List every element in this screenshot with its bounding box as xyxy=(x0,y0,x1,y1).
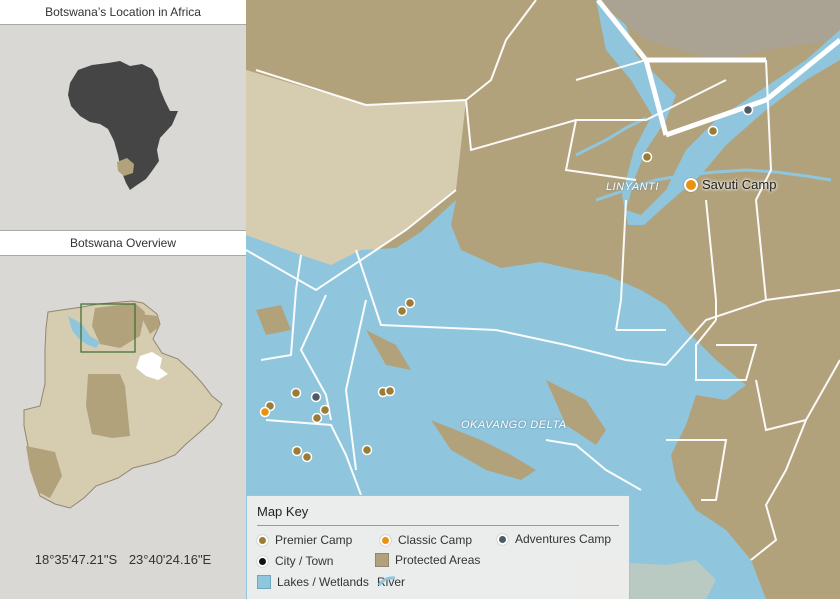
classic-camp-dot[interactable] xyxy=(684,177,698,192)
protected-area-swatch-icon xyxy=(375,553,389,567)
key-label: City / Town xyxy=(275,554,334,568)
linyanti-label: LINYANTI xyxy=(606,181,659,193)
key-premier-camp: Premier Camp xyxy=(257,533,352,547)
savuti-camp-marker[interactable]: Savuti Camp xyxy=(684,177,776,192)
africa-locator-map xyxy=(68,61,178,190)
botswana-overview-map[interactable] xyxy=(0,256,246,546)
sidebar: Botswana’s Location in Africa Botswana O… xyxy=(0,0,246,599)
key-lakes-wetlands: Lakes / Wetlands xyxy=(257,575,369,589)
city-dot-icon xyxy=(257,555,268,567)
map-key-divider xyxy=(257,525,619,526)
key-label: Classic Camp xyxy=(398,533,473,547)
key-adventures-camp: Adventures Camp xyxy=(497,532,611,546)
key-label: Lakes / Wetlands xyxy=(277,575,369,589)
map-key: Map Key Premier Camp Classic Camp Advent… xyxy=(247,495,630,599)
key-classic-camp: Classic Camp xyxy=(380,533,472,547)
botswana-overview-title: Botswana Overview xyxy=(0,230,246,256)
key-label: Protected Areas xyxy=(395,553,481,567)
key-label: Premier Camp xyxy=(275,533,353,547)
coordinates-readout: 18°35'47.21"S 23°40'24.16"E xyxy=(0,552,246,567)
longitude-text: 23°40'24.16"E xyxy=(128,552,212,567)
adventures-camp-dot-icon xyxy=(497,533,508,545)
okavango-delta-label: OKAVANGO DELTA xyxy=(461,419,567,431)
classic-camp-dot-icon xyxy=(380,534,391,546)
savuti-camp-label[interactable]: Savuti Camp xyxy=(702,177,776,192)
key-river: River xyxy=(377,575,405,589)
wetland-swatch-icon xyxy=(257,575,271,589)
premier-camp-dot-icon xyxy=(257,534,268,546)
africa-location-title: Botswana’s Location in Africa xyxy=(0,0,246,25)
key-label: Adventures Camp xyxy=(515,532,612,546)
key-protected-areas: Protected Areas xyxy=(375,553,480,567)
detail-map[interactable]: LINYANTI OKAVANGO DELTA Savuti Camp Map … xyxy=(246,0,840,599)
map-key-title: Map Key xyxy=(257,504,309,519)
key-city-town: City / Town xyxy=(257,554,333,568)
river-line-icon xyxy=(377,576,396,586)
latitude-text: 18°35'47.21"S xyxy=(34,552,118,567)
protected-area-central xyxy=(86,374,130,438)
